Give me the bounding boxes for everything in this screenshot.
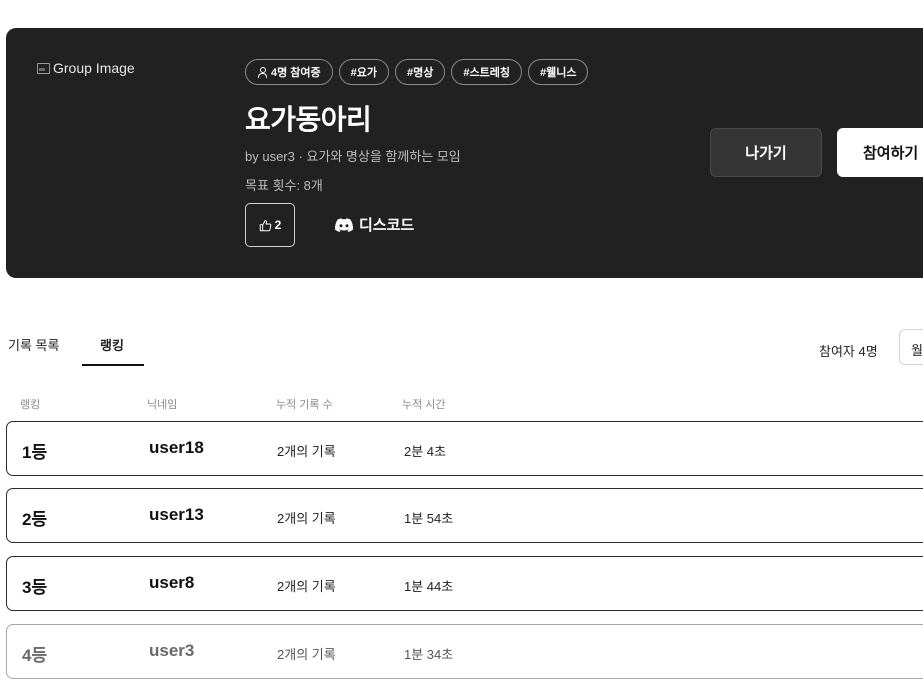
group-goal: 목표 횟수: 8개 [245, 178, 323, 193]
ranking-row[interactable]: 4등 user3 2개의 기록 1분 34초 [6, 624, 923, 679]
like-count: 2 [274, 218, 282, 232]
discord-icon [335, 217, 353, 232]
ranking-row[interactable]: 1등 user18 2개의 기록 2분 4초 [6, 421, 923, 476]
like-button[interactable]: 2 [245, 203, 295, 247]
tag-chip[interactable]: #스트레칭 [451, 59, 522, 85]
ranking-row[interactable]: 2등 user13 2개의 기록 1분 54초 [6, 488, 923, 543]
group-title: 요가동아리 [245, 104, 372, 135]
record-count-cell: 2개의 기록 [277, 444, 336, 459]
discord-label: 디스코드 [359, 217, 415, 234]
tab-records[interactable]: 기록 목록 [8, 335, 59, 354]
group-subtitle: by user3 · 요가와 명상을 함께하는 모임 [245, 149, 461, 164]
participant-count: 참여자 4명 [819, 344, 878, 359]
person-icon [257, 66, 267, 78]
rank-cell: 4등 [22, 646, 48, 665]
total-time-cell: 1분 44초 [404, 579, 454, 594]
tag-chip[interactable]: #웰니스 [527, 59, 589, 85]
period-select[interactable]: 월 [899, 329, 923, 365]
ranking-row[interactable]: 3등 user8 2개의 기록 1분 44초 [6, 556, 923, 611]
rank-cell: 1등 [22, 443, 48, 462]
tag-chip[interactable]: #명상 [395, 59, 446, 85]
member-count-badge: 4명 참여중 [245, 59, 333, 85]
total-time-cell: 1분 34초 [404, 647, 454, 662]
broken-image-icon [36, 61, 50, 75]
column-header-rank: 랭킹 [20, 399, 41, 411]
rank-cell: 2등 [22, 510, 48, 529]
join-button[interactable]: 참여하기 [837, 128, 923, 177]
thumbs-up-icon [259, 219, 271, 231]
column-header-time: 누적 시간 [402, 399, 446, 411]
nickname-cell: user3 [149, 641, 195, 660]
discord-link[interactable]: 디스코드 [335, 214, 414, 235]
group-image-alt: Group Image [53, 60, 135, 76]
record-count-cell: 2개의 기록 [277, 579, 336, 594]
tab-ranking[interactable]: 랭킹 [100, 335, 124, 354]
active-tab-indicator [82, 364, 144, 366]
leave-button[interactable]: 나가기 [710, 128, 822, 177]
column-header-count: 누적 기록 수 [276, 399, 333, 411]
record-count-cell: 2개의 기록 [277, 511, 336, 526]
record-count-cell: 2개의 기록 [277, 647, 336, 662]
tag-chip[interactable]: #요가 [338, 59, 390, 85]
total-time-cell: 2분 4초 [404, 444, 446, 459]
group-image: Group Image [36, 60, 135, 76]
rank-cell: 3등 [22, 578, 48, 597]
member-count-label: 4명 참여중 [271, 67, 321, 79]
nickname-cell: user8 [149, 573, 195, 592]
column-header-nickname: 닉네임 [147, 399, 178, 411]
nickname-cell: user18 [149, 438, 204, 457]
group-header-card: Group Image 4명 참여중 #요가 #명상 #스트레칭 #웰니스 요가… [6, 28, 923, 278]
tag-row: 4명 참여중 #요가 #명상 #스트레칭 #웰니스 [245, 59, 589, 85]
total-time-cell: 1분 54초 [404, 511, 454, 526]
nickname-cell: user13 [149, 505, 204, 524]
